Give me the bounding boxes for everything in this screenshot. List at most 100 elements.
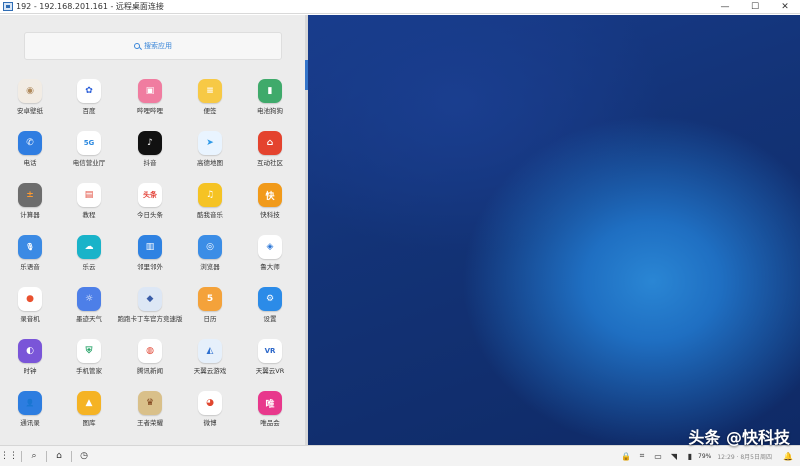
- search-icon: [134, 43, 140, 49]
- app-item[interactable]: ⌂ 互动社区: [240, 131, 300, 167]
- app-icon: 🎙: [18, 235, 42, 259]
- app-label: 酷我音乐: [197, 211, 223, 219]
- app-label: 高德地图: [197, 159, 223, 167]
- app-icon: 👤: [18, 391, 42, 415]
- app-item[interactable]: ✿ 百度: [59, 79, 119, 115]
- app-label: 天翼云游戏: [193, 367, 227, 375]
- app-item[interactable]: VR 天翼云VR: [240, 339, 300, 375]
- app-item[interactable]: ◍ 腾讯新闻: [120, 339, 180, 375]
- app-item[interactable]: ▮ 电池狗狗: [240, 79, 300, 115]
- app-label: 腾讯新闻: [137, 367, 163, 375]
- app-item[interactable]: ≡ 便签: [180, 79, 240, 115]
- app-item[interactable]: 5G 电信营业厅: [59, 131, 119, 167]
- minimize-button[interactable]: —: [710, 0, 740, 14]
- app-label: 百度: [82, 107, 96, 115]
- app-icon: ➤: [198, 131, 222, 155]
- app-item[interactable]: ◈ 鲁大师: [240, 235, 300, 271]
- app-label: 王者荣耀: [137, 419, 163, 427]
- app-item[interactable]: ➤ 高德地图: [180, 131, 240, 167]
- app-item[interactable]: ▣ 哔哩哔哩: [120, 79, 180, 115]
- app-icon: ♪: [138, 131, 162, 155]
- app-item[interactable]: ▲ 图库: [59, 391, 119, 427]
- app-label: 乐云: [82, 263, 96, 271]
- app-item[interactable]: 快快科技: [240, 183, 300, 219]
- app-icon: ☁: [77, 235, 101, 259]
- app-item[interactable]: 唯唯品会: [240, 391, 300, 427]
- app-item[interactable]: ☁ 乐云: [59, 235, 119, 271]
- app-icon: ◍: [138, 339, 162, 363]
- app-icon: ✆: [18, 131, 42, 155]
- app-label: 抖音: [143, 159, 157, 167]
- app-label: 唯品会: [260, 419, 280, 427]
- app-label: 电池狗狗: [257, 107, 283, 115]
- clock[interactable]: 12:29 · 8月5日周四: [717, 452, 772, 461]
- watermark: 头条 @快科技: [688, 428, 790, 447]
- app-icon: ◕: [198, 391, 222, 415]
- app-label: 日历: [203, 315, 217, 323]
- app-item[interactable]: ◕ 微博: [180, 391, 240, 427]
- app-row: 🎙 乐语音 ☁ 乐云 ▥ 邻里邻外 ◎ 浏览器 ◈ 鲁大师: [0, 235, 305, 287]
- app-label: 电信营业厅: [72, 159, 106, 167]
- app-item[interactable]: ▥ 邻里邻外: [120, 235, 180, 271]
- app-label: 便签: [203, 107, 217, 115]
- app-item[interactable]: ◆ 跑跑卡丁车官方竞速版: [118, 287, 183, 323]
- app-item[interactable]: 👤 通讯录: [0, 391, 60, 427]
- window-title: 192 - 192.168.201.161 - 远程桌面连接: [16, 2, 164, 11]
- app-icon: ♛: [138, 391, 162, 415]
- app-label: 哔哩哔哩: [137, 107, 163, 115]
- app-icon: ▤: [77, 183, 101, 207]
- app-item[interactable]: ◉ 安卓壁纸: [0, 79, 60, 115]
- app-item[interactable]: ◭ 天翼云游戏: [180, 339, 240, 375]
- app-icon: ▮: [258, 79, 282, 103]
- app-item[interactable]: ± 计算器: [0, 183, 60, 219]
- app-item[interactable]: ✆ 电话: [0, 131, 60, 167]
- notification-icon[interactable]: 🔔: [780, 446, 796, 466]
- wifi-icon[interactable]: ◥: [666, 446, 682, 466]
- app-item[interactable]: ♪ 抖音: [120, 131, 180, 167]
- app-item[interactable]: 5 日历: [180, 287, 240, 323]
- taskbar-divider: [21, 450, 22, 462]
- app-row: ● 录音机 ☼ 墨迹天气 ◆ 跑跑卡丁车官方竞速版 5 日历 ⚙ 设置: [0, 287, 305, 339]
- app-item[interactable]: ♫ 酷我音乐: [180, 183, 240, 219]
- app-item[interactable]: ☼ 墨迹天气: [59, 287, 119, 323]
- crop-icon[interactable]: ⌗: [634, 446, 650, 466]
- app-label: 计算器: [20, 211, 40, 219]
- lock-icon[interactable]: 🔒: [618, 446, 634, 466]
- app-item[interactable]: 🎙 乐语音: [0, 235, 60, 271]
- app-label: 天翼云VR: [255, 367, 285, 375]
- app-label: 安卓壁纸: [17, 107, 43, 115]
- app-item[interactable]: ⛨ 手机管家: [59, 339, 119, 375]
- screen-icon[interactable]: ▭: [650, 446, 666, 466]
- app-label: 浏览器: [200, 263, 220, 271]
- app-icon: ⛨: [77, 339, 101, 363]
- app-label: 教程: [82, 211, 96, 219]
- app-item[interactable]: 头条 今日头条: [120, 183, 180, 219]
- app-item[interactable]: ● 录音机: [0, 287, 60, 323]
- app-label: 快科技: [260, 211, 280, 219]
- app-row: ◉ 安卓壁纸 ✿ 百度 ▣ 哔哩哔哩 ≡ 便签 ▮ 电池狗狗: [0, 79, 305, 131]
- app-item[interactable]: ♛ 王者荣耀: [120, 391, 180, 427]
- app-grid-icon[interactable]: ⋮⋮: [0, 446, 18, 466]
- search-placeholder: 搜索应用: [144, 42, 172, 50]
- app-item[interactable]: ⚙ 设置: [240, 287, 300, 323]
- home-icon[interactable]: ⌂: [50, 446, 68, 466]
- app-item[interactable]: ◎ 浏览器: [180, 235, 240, 271]
- app-label: 图库: [82, 419, 96, 427]
- app-row: ± 计算器 ▤ 教程 头条 今日头条 ♫ 酷我音乐 快快科技: [0, 183, 305, 235]
- remote-desktop-icon: [3, 2, 13, 11]
- app-item[interactable]: ◐ 时钟: [0, 339, 60, 375]
- app-icon: ✿: [77, 79, 101, 103]
- search-apps-input[interactable]: 搜索应用: [24, 32, 282, 60]
- close-button[interactable]: ✕: [770, 0, 800, 14]
- app-icon: ▣: [138, 79, 162, 103]
- maximize-button[interactable]: ☐: [740, 0, 770, 14]
- window-titlebar: 192 - 192.168.201.161 - 远程桌面连接 — ☐ ✕: [0, 0, 800, 14]
- app-icon: VR: [258, 339, 282, 363]
- app-label: 电话: [23, 159, 37, 167]
- history-icon[interactable]: ◷: [75, 446, 93, 466]
- search-icon[interactable]: ⌕: [25, 446, 43, 466]
- app-drawer: 搜索应用 ◉ 安卓壁纸 ✿ 百度 ▣ 哔哩哔哩 ≡ 便签 ▮ 电池狗狗 ✆ 电话 5G 电信营业厅 ♪ 抖音 ➤…: [0, 15, 305, 445]
- battery-level: 79%: [698, 452, 712, 460]
- app-item[interactable]: ▤ 教程: [59, 183, 119, 219]
- taskbar-divider: [71, 450, 72, 462]
